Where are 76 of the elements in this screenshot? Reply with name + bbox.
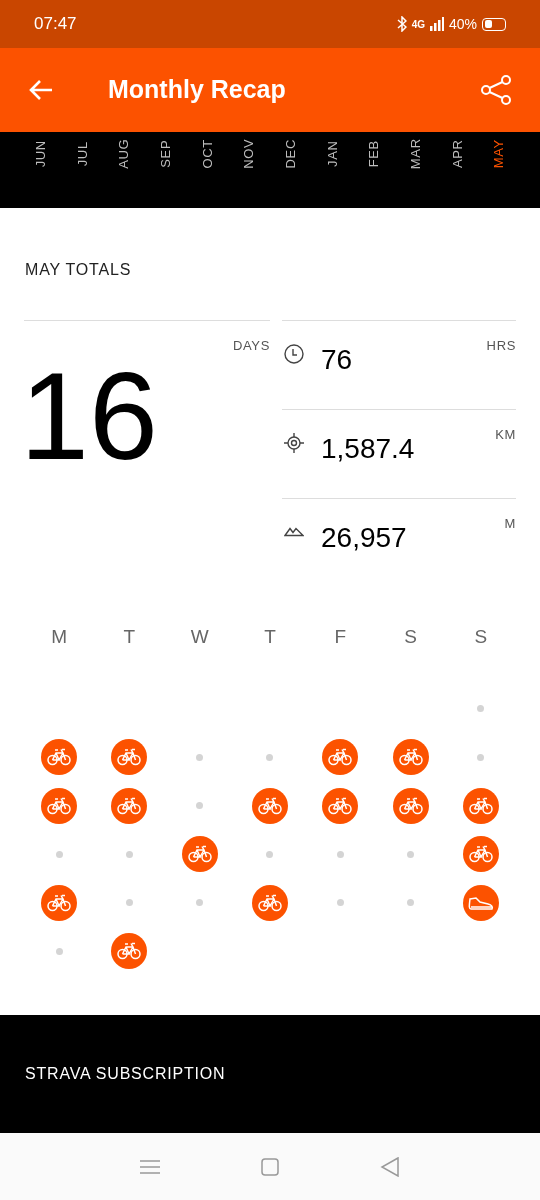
bicycle-icon: [328, 796, 353, 815]
month-tab[interactable]: SEP: [156, 140, 176, 168]
bicycle-icon: [398, 748, 423, 767]
ride-badge[interactable]: [111, 739, 148, 776]
ride-badge[interactable]: [41, 739, 78, 776]
weekday-label: M: [50, 625, 69, 649]
signal-icon: [429, 17, 444, 31]
bicycle-icon: [398, 796, 423, 815]
unit-label: HRS: [486, 337, 516, 355]
ride-badge[interactable]: [322, 787, 359, 824]
month-tab[interactable]: APR: [447, 139, 467, 169]
unit-label: KM: [495, 426, 516, 444]
unit-label: M: [504, 515, 516, 533]
bicycle-icon: [117, 748, 142, 767]
bicycle-icon: [187, 845, 212, 864]
month-tab[interactable]: MAY: [489, 139, 509, 169]
target-icon: [283, 432, 305, 454]
weekday-label: T: [122, 625, 137, 649]
month-tab[interactable]: NOV: [239, 138, 259, 170]
home-icon[interactable]: [261, 1157, 279, 1176]
bicycle-icon: [328, 748, 353, 767]
ride-badge[interactable]: [392, 787, 429, 824]
bluetooth-icon: [396, 16, 407, 32]
ride-badge[interactable]: [462, 836, 499, 873]
shoe-icon: [467, 894, 494, 911]
ride-badge[interactable]: [322, 739, 359, 776]
battery-percent: 40%: [448, 14, 477, 34]
bicycle-icon: [47, 748, 72, 767]
back-icon[interactable]: [379, 1156, 400, 1177]
ride-badge[interactable]: [111, 787, 148, 824]
weekday-label: S: [403, 625, 418, 649]
ride-badge[interactable]: [41, 884, 78, 921]
month-tab[interactable]: JUN: [31, 140, 51, 168]
bicycle-icon: [468, 796, 493, 815]
clock-icon: [283, 343, 305, 365]
back-arrow-icon[interactable]: [28, 79, 54, 101]
screen-title: Monthly Recap: [108, 74, 286, 106]
month-tab[interactable]: DEC: [281, 139, 301, 169]
menu-icon[interactable]: [140, 1158, 161, 1175]
month-tab[interactable]: JAN: [322, 140, 343, 168]
battery-icon: [482, 17, 506, 31]
network-label: 4G: [411, 17, 425, 32]
ride-badge[interactable]: [392, 739, 429, 776]
ride-badge[interactable]: [252, 884, 288, 921]
ride-badge[interactable]: [462, 787, 499, 824]
bicycle-icon: [117, 796, 142, 815]
run-badge[interactable]: [462, 884, 499, 921]
bicycle-icon: [47, 893, 72, 912]
share-icon[interactable]: [480, 74, 512, 106]
month-tab[interactable]: OCT: [197, 139, 218, 169]
month-tab[interactable]: FEB: [364, 140, 384, 168]
ride-badge[interactable]: [111, 933, 148, 970]
mountain-icon: [284, 527, 304, 537]
stat-value: 26,957: [321, 521, 407, 555]
bicycle-icon: [258, 893, 282, 912]
status-time: 07:47: [34, 13, 77, 36]
weekday-label: S: [473, 625, 489, 649]
section-title: STRAVA SUBSCRIPTION: [25, 1064, 226, 1084]
unit-label: DAYS: [232, 337, 270, 355]
ride-badge[interactable]: [181, 836, 218, 873]
month-tab[interactable]: AUG: [114, 138, 134, 170]
weekday-label: T: [263, 625, 277, 649]
weekday-label: F: [333, 625, 348, 649]
month-tab[interactable]: MAR: [405, 138, 426, 170]
ride-badge[interactable]: [41, 787, 78, 824]
ride-badge[interactable]: [252, 787, 288, 824]
bicycle-icon: [468, 845, 493, 864]
section-title: MAY TOTALS: [24, 260, 133, 280]
bicycle-icon: [47, 796, 72, 815]
stat-value: 1,587.4: [321, 432, 415, 466]
stat-value: 76: [321, 343, 353, 377]
bicycle-icon: [258, 796, 282, 815]
days-count: 16: [20, 353, 159, 478]
weekday-label: W: [189, 625, 210, 649]
bicycle-icon: [117, 942, 142, 961]
month-tab[interactable]: JUL: [72, 141, 93, 167]
